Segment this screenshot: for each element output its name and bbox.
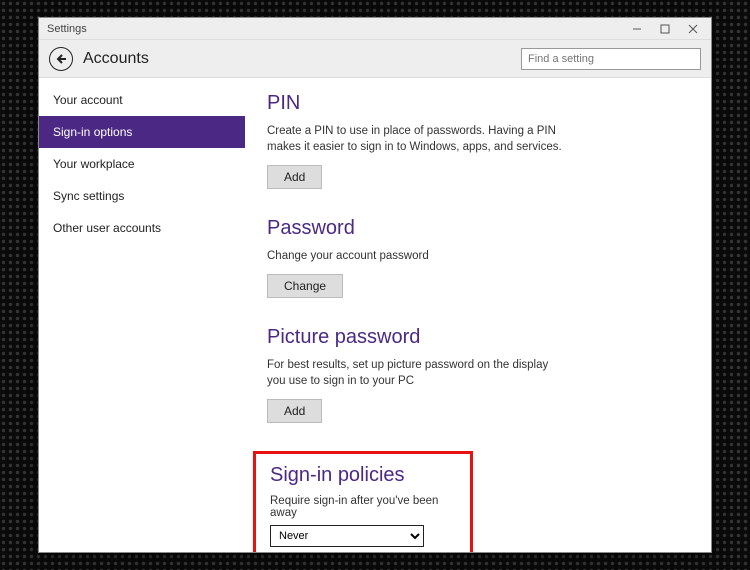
- pin-title: PIN: [267, 92, 689, 115]
- sidebar-item-sync-settings[interactable]: Sync settings: [39, 180, 245, 212]
- password-title: Password: [267, 217, 689, 240]
- sidebar-item-your-account[interactable]: Your account: [39, 84, 245, 116]
- page-title: Accounts: [83, 50, 511, 68]
- maximize-button[interactable]: [651, 20, 679, 38]
- highlight-box: Sign-in policies Require sign-in after y…: [253, 451, 473, 552]
- sidebar-item-your-workplace[interactable]: Your workplace: [39, 148, 245, 180]
- section-password: Password Change your account password Ch…: [267, 217, 689, 298]
- titlebar: Settings: [39, 18, 711, 40]
- pin-add-button[interactable]: Add: [267, 165, 322, 189]
- section-pin: PIN Create a PIN to use in place of pass…: [267, 92, 689, 189]
- signin-policies-title: Sign-in policies: [270, 464, 456, 487]
- password-desc: Change your account password: [267, 248, 567, 264]
- picture-desc: For best results, set up picture passwor…: [267, 357, 567, 389]
- sidebar-item-sign-in-options[interactable]: Sign-in options: [39, 116, 245, 148]
- password-change-button[interactable]: Change: [267, 274, 343, 298]
- header: Accounts: [39, 40, 711, 78]
- sidebar-item-other-user-accounts[interactable]: Other user accounts: [39, 212, 245, 244]
- main-panel: PIN Create a PIN to use in place of pass…: [245, 78, 711, 552]
- close-button[interactable]: [679, 20, 707, 38]
- window-title: Settings: [47, 23, 87, 35]
- picture-add-button[interactable]: Add: [267, 399, 322, 423]
- search-input[interactable]: [521, 48, 701, 70]
- signin-policies-label: Require sign-in after you've been away: [270, 495, 456, 519]
- content: Your account Sign-in options Your workpl…: [39, 78, 711, 552]
- picture-title: Picture password: [267, 326, 689, 349]
- minimize-button[interactable]: [623, 20, 651, 38]
- back-button[interactable]: [49, 47, 73, 71]
- signin-policies-select[interactable]: Never: [270, 525, 424, 547]
- settings-window: Settings Accounts Your account Sign-in o…: [38, 17, 712, 553]
- sidebar: Your account Sign-in options Your workpl…: [39, 78, 245, 552]
- pin-desc: Create a PIN to use in place of password…: [267, 123, 567, 155]
- section-picture-password: Picture password For best results, set u…: [267, 326, 689, 423]
